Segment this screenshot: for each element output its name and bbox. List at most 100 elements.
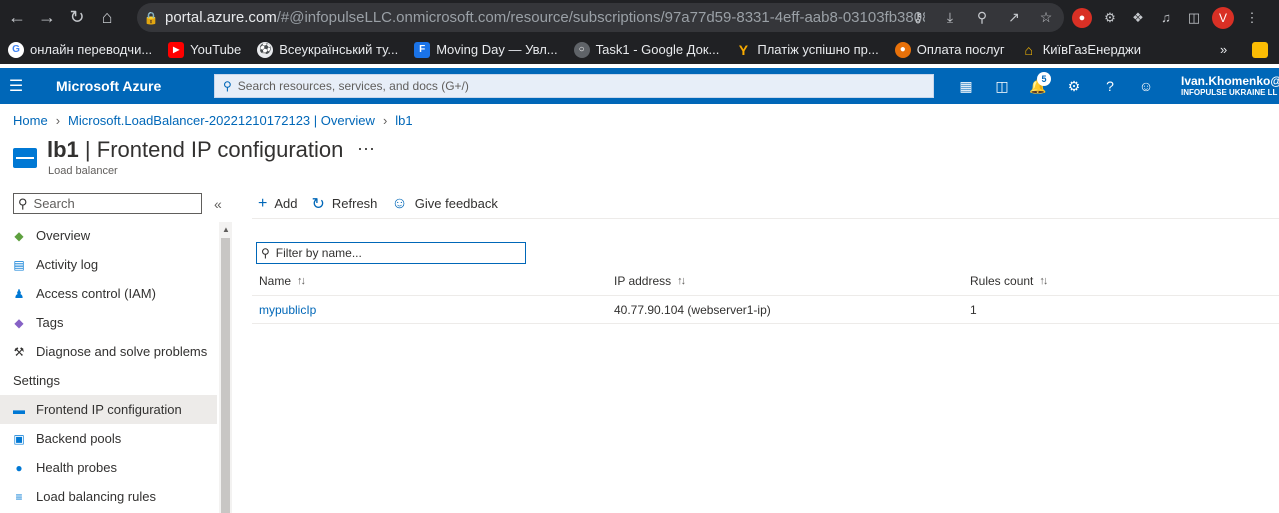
sort-icon: ↑↓: [677, 274, 686, 287]
sidebar-icon[interactable]: ◫: [1184, 8, 1204, 28]
lock-icon: 🔒: [143, 10, 159, 25]
feedback-button[interactable]: ☺ Give feedback: [391, 195, 497, 213]
address-bar[interactable]: 🔒 portal.azure.com/#@infopulseLLC.onmicr…: [137, 3, 1064, 32]
feedback-person-icon: ☺: [391, 194, 408, 212]
global-search-input[interactable]: ⚲ Search resources, services, and docs (…: [214, 74, 934, 98]
nav-item-diagnose[interactable]: ⚒ Diagnose and solve problems: [0, 337, 217, 366]
directory-filter-icon[interactable]: ◫: [984, 68, 1020, 104]
bookmark-item[interactable]: ⚽ Всеукраїнський ту...: [257, 41, 398, 58]
notifications-badge: 5: [1037, 72, 1051, 86]
chevron-right-icon: ›: [55, 113, 61, 128]
search-placeholder: Search resources, services, and docs (G+…: [237, 79, 469, 93]
nav-item-tags[interactable]: ◆ Tags: [0, 308, 217, 337]
sort-icon: ↑↓: [1039, 274, 1048, 287]
page-title: lb1 | Frontend IP configuration: [47, 137, 344, 162]
menu-scrollbar[interactable]: ▲: [219, 222, 232, 513]
cloud-shell-icon[interactable]: ▦: [948, 68, 984, 104]
sort-icon: ↑↓: [297, 274, 306, 287]
azure-header: ☰ Microsoft Azure ⚲ Search resources, se…: [0, 68, 1279, 104]
more-options-icon[interactable]: ···: [357, 138, 375, 159]
y-icon: Y: [738, 41, 749, 58]
nav-item-lb-rules[interactable]: ≡ Load balancing rules: [0, 482, 217, 511]
bookmark-item[interactable]: Y Платіж успішно пр...: [735, 41, 879, 58]
nav-section-settings: Settings: [13, 373, 60, 388]
install-icon[interactable]: ⤓: [940, 8, 960, 28]
command-bar: + Add ↻ Refresh ☺ Give feedback: [258, 193, 498, 214]
feedback-icon[interactable]: ☺: [1128, 68, 1164, 104]
home-icon[interactable]: ⌂: [92, 3, 122, 33]
bookmark-item[interactable]: ● Оплата послуг: [894, 41, 1005, 58]
browser-menu-icon[interactable]: ⋮: [1242, 8, 1262, 28]
column-header-ip[interactable]: IP address ↑↓: [607, 274, 963, 288]
iam-icon: ♟: [13, 286, 25, 301]
resource-menu: ◆ Overview ▤ Activity log ♟ Access control …: [0, 221, 217, 511]
share-icon[interactable]: ↗: [1004, 8, 1024, 28]
bookmark-item[interactable]: ▶ YouTube: [168, 41, 241, 58]
column-header-name[interactable]: Name ↑↓: [252, 274, 607, 288]
bookmark-item[interactable]: ○ Task1 - Google Док...: [573, 41, 719, 58]
scroll-thumb[interactable]: [221, 238, 230, 513]
breadcrumb-deployment[interactable]: Microsoft.LoadBalancer-20221210172123 | …: [68, 113, 375, 128]
activity-log-icon: ▤: [13, 257, 25, 272]
nav-item-frontend-ip[interactable]: ▬ Frontend IP configuration: [0, 395, 217, 424]
user-tenant: INFOPULSE UKRAINE LL: [1181, 88, 1278, 97]
extension-red-icon[interactable]: ●: [1072, 7, 1092, 28]
nav-item-backend-pools[interactable]: ▣ Backend pools: [0, 424, 217, 453]
bookmark-star-icon[interactable]: ☆: [1036, 8, 1056, 28]
extensions-puzzle-icon[interactable]: ❖: [1128, 8, 1148, 28]
key-icon[interactable]: ⚷: [908, 8, 928, 28]
bookmark-item[interactable]: ⌂ КиївГазЕнерджи: [1021, 42, 1141, 58]
add-button[interactable]: + Add: [258, 195, 297, 213]
breadcrumb-lb1[interactable]: lb1: [395, 113, 412, 128]
house-icon: ⌂: [1024, 41, 1033, 58]
youtube-icon: ▶: [168, 41, 185, 58]
load-balancer-icon: [13, 148, 37, 168]
nav-item-iam[interactable]: ♟ Access control (IAM): [0, 279, 217, 308]
grid-header: Name ↑↓ IP address ↑↓ Rules count ↑↓: [252, 266, 1279, 296]
tag-icon: ◆: [14, 315, 24, 330]
frontend-ip-name-link[interactable]: mypublicIp: [252, 303, 607, 317]
search-icon: ⚲: [18, 195, 28, 211]
back-arrow-icon[interactable]: ←: [2, 3, 32, 33]
lb-rules-icon: ≡: [15, 489, 23, 504]
settings-gear-icon[interactable]: ⚙: [1056, 68, 1092, 104]
user-name: Ivan.Khomenko@: [1181, 74, 1279, 88]
url-text[interactable]: portal.azure.com/#@infopulseLLC.onmicros…: [165, 9, 925, 26]
table-row: mypublicIp 40.77.90.104 (webserver1-ip) …: [252, 296, 1279, 324]
scroll-up-icon[interactable]: ▲: [222, 225, 230, 234]
notifications-bell-icon[interactable]: 🔔 5: [1020, 68, 1056, 104]
refresh-button[interactable]: ↻ Refresh: [311, 194, 377, 214]
column-header-rules[interactable]: Rules count ↑↓: [963, 274, 1048, 288]
divider: [252, 218, 1279, 219]
nav-item-health-probes[interactable]: ● Health probes: [0, 453, 217, 482]
bookmark-item[interactable]: F Moving Day — Увл...: [414, 41, 558, 58]
nav-item-overview[interactable]: ◆ Overview: [0, 221, 217, 250]
rules-count-cell: 1: [970, 302, 977, 317]
other-bookmarks-folder-icon[interactable]: [1252, 41, 1268, 58]
search-icon: ⚲: [261, 246, 270, 260]
bookmarks-overflow-icon[interactable]: »: [1220, 42, 1227, 57]
zoom-icon[interactable]: ⚲: [972, 8, 992, 28]
reload-icon[interactable]: ↻: [62, 3, 92, 33]
search-icon: ⚲: [223, 79, 232, 93]
filter-input[interactable]: ⚲ Filter by name...: [256, 242, 526, 264]
menu-search-input[interactable]: ⚲ Search: [13, 193, 202, 214]
profile-avatar[interactable]: V: [1212, 6, 1234, 29]
health-probe-icon: ●: [15, 460, 23, 475]
extension-gear-icon[interactable]: ⚙: [1100, 8, 1120, 28]
nav-item-activity-log[interactable]: ▤ Activity log: [0, 250, 217, 279]
chevron-right-icon: ›: [382, 113, 388, 128]
football-icon: ⚽: [257, 41, 274, 58]
azure-brand[interactable]: Microsoft Azure: [56, 78, 161, 94]
breadcrumb-home[interactable]: Home: [13, 113, 48, 128]
forward-arrow-icon[interactable]: →: [32, 3, 62, 33]
ip-address-cell: 40.77.90.104 (webserver1-ip): [614, 302, 771, 317]
plus-icon: +: [258, 194, 268, 212]
google-icon: G: [8, 41, 24, 58]
music-icon[interactable]: ♫: [1156, 8, 1176, 28]
collapse-menu-icon[interactable]: «: [214, 196, 222, 212]
user-account[interactable]: Ivan.Khomenko@ INFOPULSE UKRAINE LL: [1181, 74, 1279, 97]
help-icon[interactable]: ?: [1092, 68, 1128, 104]
hamburger-menu-icon[interactable]: ☰: [0, 68, 32, 104]
bookmark-item[interactable]: Gонлайн переводчи...: [8, 41, 152, 58]
